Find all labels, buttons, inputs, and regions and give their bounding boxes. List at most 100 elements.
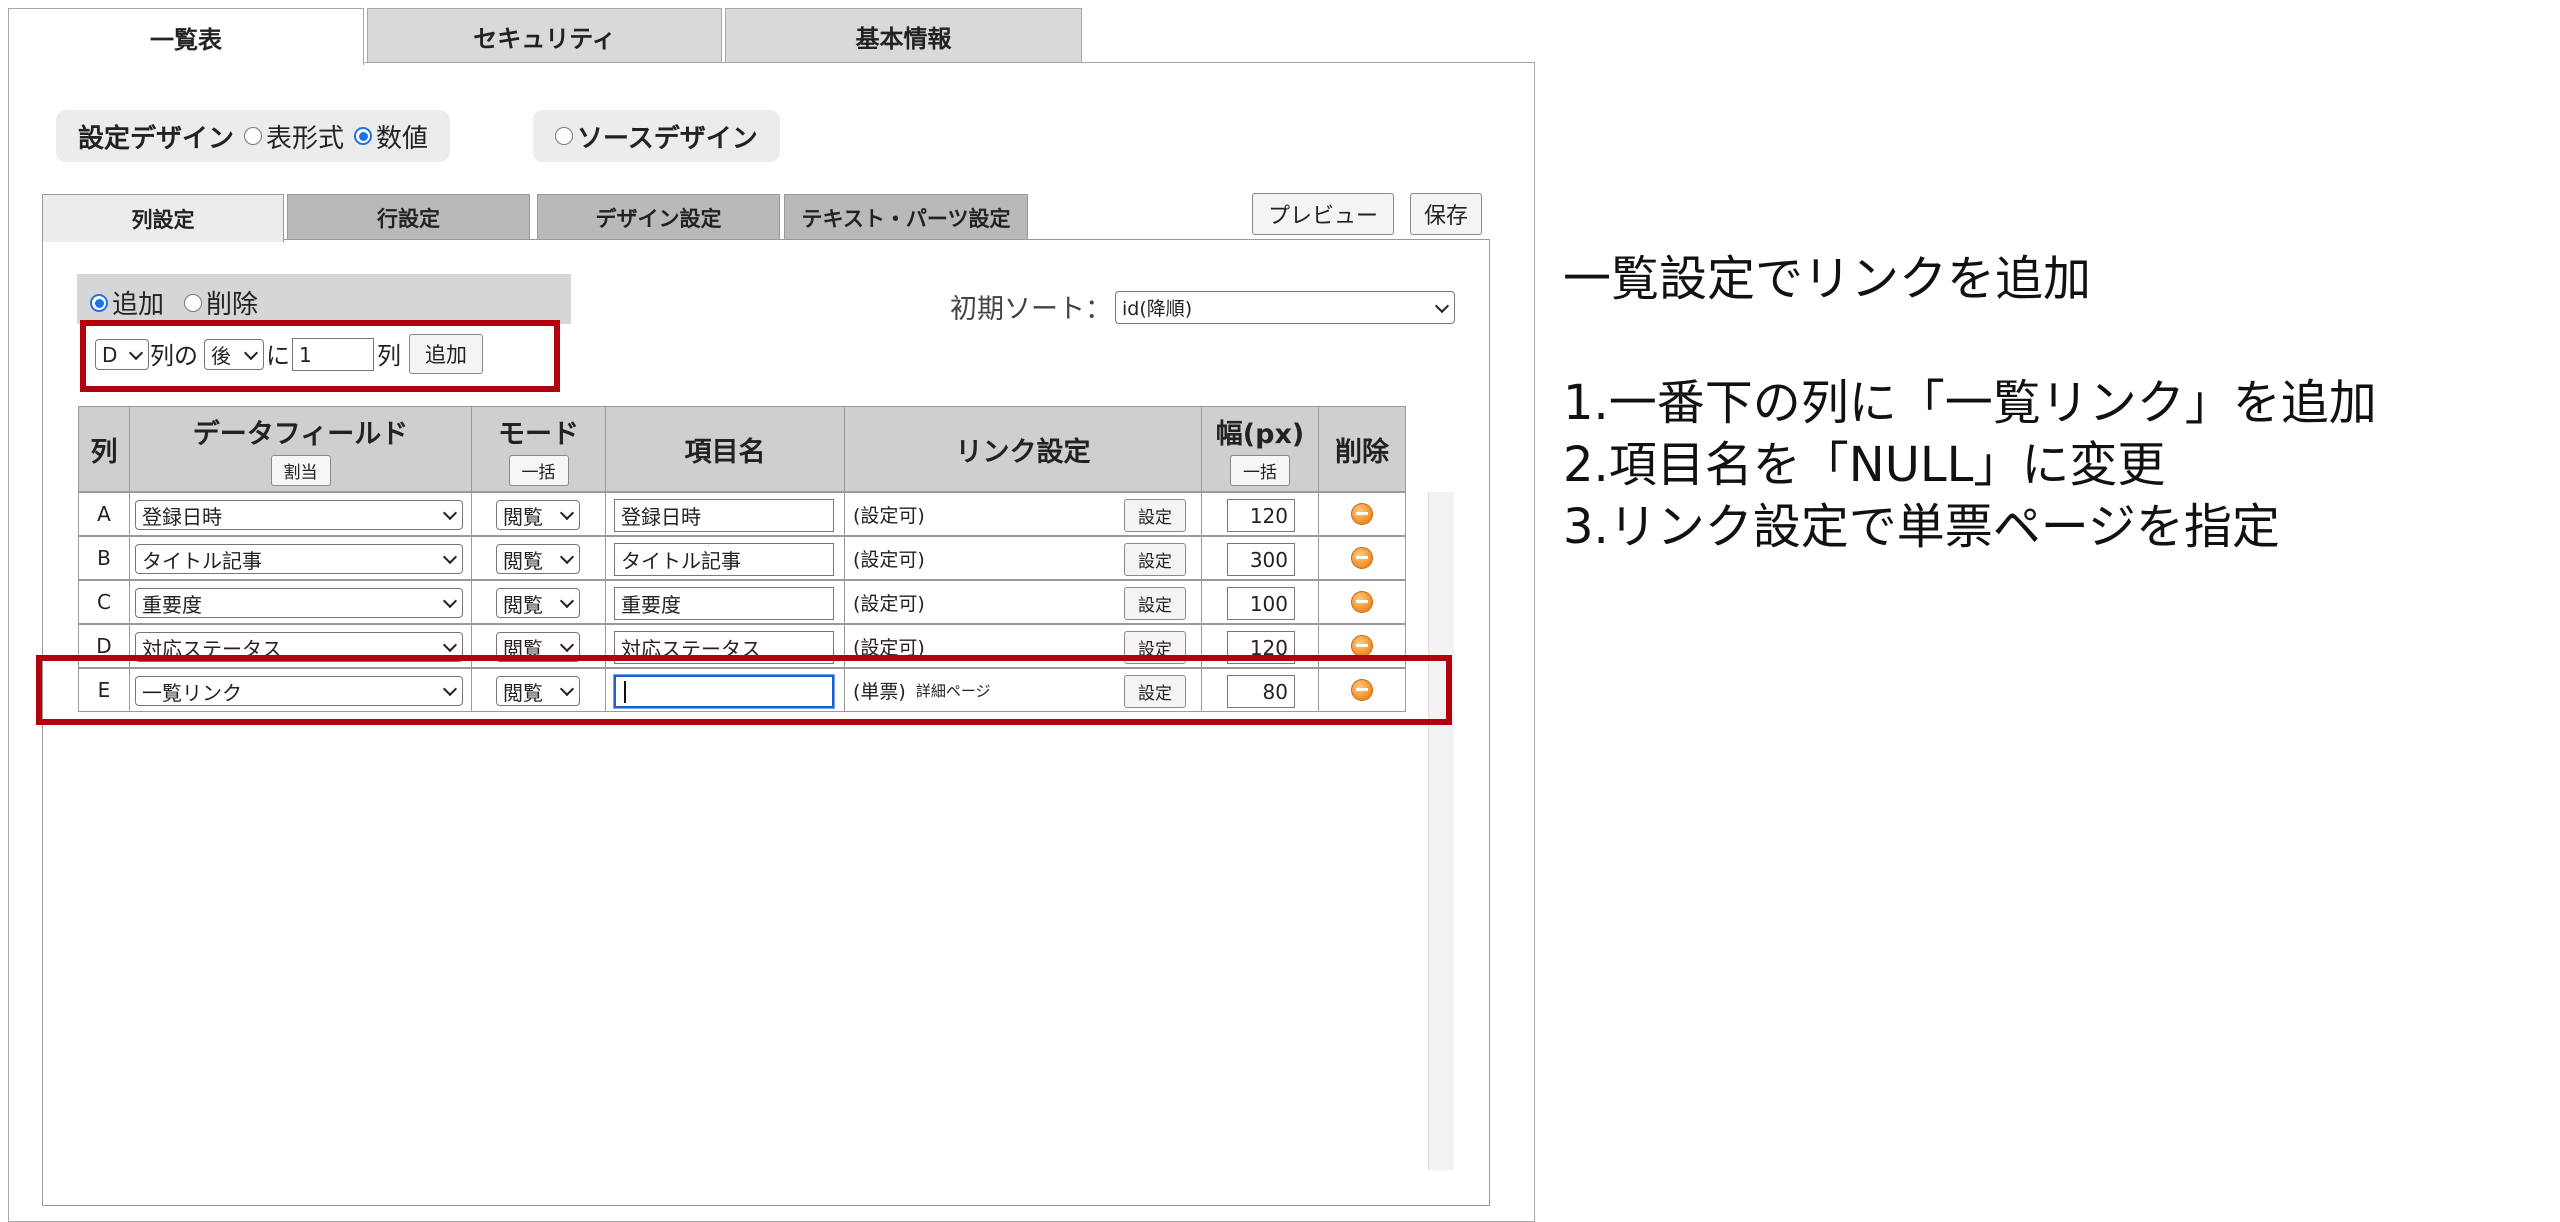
- notes-step-2: 2.項目名を「NULL」に変更: [1563, 437, 2166, 493]
- link-setting-button[interactable]: 設定: [1124, 543, 1186, 576]
- header-delete: 削除: [1318, 406, 1406, 492]
- position-select[interactable]: 後: [204, 339, 264, 370]
- row-link-cell: (設定可) 設定: [844, 624, 1202, 668]
- subtab-row-settings[interactable]: 行設定: [287, 194, 530, 240]
- data-field-select[interactable]: 一覧リンク: [135, 676, 463, 706]
- width-value: 80: [1262, 679, 1288, 704]
- chevron-down-icon: [559, 505, 575, 521]
- text-cursor: [624, 680, 626, 703]
- item-name-input[interactable]: [614, 675, 834, 708]
- radio-checked-icon: [354, 127, 373, 145]
- radio-icon: [184, 293, 203, 312]
- column-select[interactable]: D: [95, 339, 149, 370]
- mode-select[interactable]: 閲覧: [496, 676, 580, 706]
- chevron-down-icon: [559, 681, 575, 697]
- delete-radio[interactable]: 削除: [184, 284, 258, 321]
- mode-select[interactable]: 閲覧: [496, 588, 580, 618]
- chevron-down-icon: [442, 505, 458, 521]
- mode-select[interactable]: 閲覧: [496, 500, 580, 530]
- width-input[interactable]: 120: [1227, 631, 1295, 664]
- position-select-value: 後: [211, 344, 231, 368]
- column-count-input[interactable]: 1: [292, 338, 374, 371]
- mode-select[interactable]: 閲覧: [496, 544, 580, 574]
- width-bulk-button[interactable]: 一括: [1230, 455, 1290, 486]
- row-col-letter: C: [97, 590, 111, 614]
- data-field-select[interactable]: 重要度: [135, 588, 463, 618]
- subtab-label: 行設定: [377, 206, 440, 231]
- data-field-select[interactable]: 対応ステータス: [135, 632, 463, 662]
- subtab-column-settings[interactable]: 列設定: [42, 194, 284, 242]
- chevron-down-icon: [243, 345, 259, 360]
- tab-list-label: 一覧表: [150, 25, 222, 54]
- link-setting-button[interactable]: 設定: [1124, 587, 1186, 620]
- header-data-field: データフィールド 割当: [129, 406, 472, 492]
- width-input[interactable]: 100: [1227, 587, 1295, 620]
- item-name-input[interactable]: 対応ステータス: [614, 631, 834, 664]
- mode-bulk-button[interactable]: 一括: [508, 455, 569, 486]
- delete-row-icon[interactable]: [1351, 591, 1373, 613]
- option-number-radio[interactable]: 数値: [354, 118, 428, 155]
- subtab-label: 列設定: [131, 207, 195, 232]
- option-table-radio[interactable]: 表形式: [244, 118, 344, 155]
- row-field-cell: 一覧リンク: [129, 668, 472, 712]
- add-delete-radios: 追加 削除: [90, 284, 258, 321]
- row-link-cell: (設定可) 設定: [844, 536, 1202, 580]
- subtab-text-parts[interactable]: テキスト・パーツ設定: [784, 194, 1028, 240]
- link-setting-button[interactable]: 設定: [1124, 499, 1186, 532]
- mode-value: 閲覧: [503, 680, 543, 705]
- row-name-cell: 対応ステータス: [605, 624, 845, 668]
- row-delete-cell: [1318, 536, 1406, 580]
- row-name-cell: タイトル記事: [605, 536, 845, 580]
- item-name-input[interactable]: タイトル記事: [614, 543, 834, 576]
- width-value: 120: [1249, 635, 1288, 660]
- delete-row-icon[interactable]: [1351, 679, 1373, 701]
- save-button[interactable]: 保存: [1410, 193, 1482, 235]
- tab-basic-info[interactable]: 基本情報: [725, 8, 1082, 63]
- initial-sort-value: id(降順): [1122, 298, 1193, 320]
- data-field-select[interactable]: 登録日時: [135, 500, 463, 530]
- item-name-value: 重要度: [621, 593, 681, 617]
- row-mode-cell: 閲覧: [471, 492, 606, 536]
- link-setting-button[interactable]: 設定: [1124, 631, 1186, 664]
- link-setting-value: (単票): [853, 680, 906, 703]
- tab-security[interactable]: セキュリティ: [367, 8, 722, 63]
- header-item-name: 項目名: [605, 406, 845, 492]
- header-item-name-label: 項目名: [684, 436, 766, 468]
- item-name-value: タイトル記事: [621, 549, 741, 573]
- row-field-cell: 登録日時: [129, 492, 472, 536]
- item-name-value: 対応ステータス: [621, 637, 761, 661]
- add-radio[interactable]: 追加: [90, 284, 164, 321]
- grid-scrollbar[interactable]: [1428, 492, 1454, 1170]
- width-input[interactable]: 300: [1227, 543, 1295, 576]
- item-name-input[interactable]: 登録日時: [614, 499, 834, 532]
- design-selector: 設定デザイン 表形式 数値: [56, 110, 451, 162]
- column-count-value: 1: [299, 342, 312, 367]
- subtab-design-settings[interactable]: デザイン設定: [537, 194, 780, 240]
- preview-button[interactable]: プレビュー: [1252, 193, 1394, 235]
- mode-select[interactable]: 閲覧: [496, 632, 580, 662]
- header-mode-label: モード: [498, 419, 579, 450]
- row-link-cell: (設定可) 設定: [844, 580, 1202, 624]
- initial-sort-select[interactable]: id(降順): [1115, 291, 1455, 324]
- delete-row-icon[interactable]: [1351, 635, 1373, 657]
- source-design-selector[interactable]: ソースデザイン: [533, 110, 780, 162]
- data-field-select[interactable]: タイトル記事: [135, 544, 463, 574]
- delete-row-icon[interactable]: [1351, 547, 1373, 569]
- tab-list[interactable]: 一覧表: [8, 8, 364, 65]
- row-col-cell: C: [78, 580, 130, 624]
- item-name-input[interactable]: 重要度: [614, 587, 834, 620]
- header-delete-label: 削除: [1335, 436, 1389, 468]
- delete-radio-label: 削除: [206, 290, 259, 320]
- width-input[interactable]: 80: [1227, 675, 1295, 708]
- link-setting-value: (設定可): [853, 636, 925, 659]
- assign-button[interactable]: 割当: [270, 455, 331, 486]
- width-input[interactable]: 120: [1227, 499, 1295, 532]
- width-value: 100: [1249, 591, 1288, 616]
- add-column-button[interactable]: 追加: [409, 334, 483, 374]
- option-table-label: 表形式: [266, 123, 345, 154]
- delete-row-icon[interactable]: [1351, 503, 1373, 525]
- link-setting-value: (設定可): [853, 548, 925, 571]
- radio-icon: [244, 127, 263, 145]
- source-design-label: ソースデザイン: [577, 123, 758, 154]
- link-setting-button[interactable]: 設定: [1124, 675, 1186, 708]
